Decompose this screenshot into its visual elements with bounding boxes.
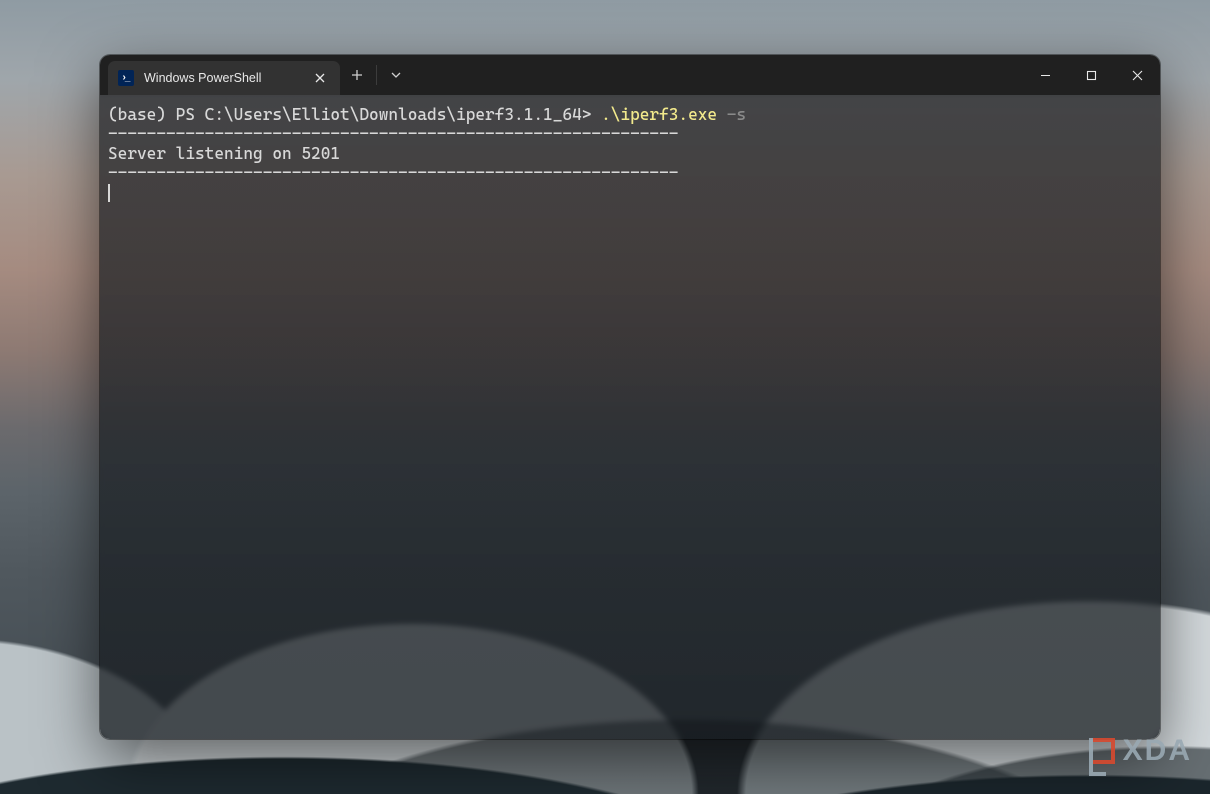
- maximize-button[interactable]: [1068, 55, 1114, 95]
- minimize-button[interactable]: [1022, 55, 1068, 95]
- titlebar[interactable]: Windows PowerShell: [100, 55, 1160, 95]
- terminal-separator-bottom: ----------------------------------------…: [108, 163, 678, 182]
- xda-logo-icon: [1089, 738, 1115, 764]
- minimize-icon: [1040, 70, 1051, 81]
- terminal-output: (base) PS C:\Users\Elliot\Downloads\iper…: [108, 105, 1152, 202]
- terminal-window: Windows PowerShell: [100, 55, 1160, 739]
- close-icon: [315, 73, 325, 83]
- tab-title: Windows PowerShell: [144, 71, 261, 85]
- tab-close-button[interactable]: [310, 68, 330, 88]
- new-tab-button[interactable]: [340, 55, 374, 95]
- terminal-body[interactable]: (base) PS C:\Users\Elliot\Downloads\iper…: [100, 95, 1160, 739]
- maximize-icon: [1086, 70, 1097, 81]
- plus-icon: [351, 69, 363, 81]
- xda-watermark: XDA: [1089, 734, 1192, 768]
- window-close-button[interactable]: [1114, 55, 1160, 95]
- tab-dropdown-button[interactable]: [379, 55, 413, 95]
- window-controls: [1022, 55, 1160, 95]
- chevron-down-icon: [391, 70, 401, 80]
- powershell-icon: [118, 70, 134, 86]
- terminal-prompt: (base) PS C:\Users\Elliot\Downloads\iper…: [108, 105, 601, 124]
- terminal-flag: -s: [717, 105, 746, 124]
- desktop-wallpaper: Windows PowerShell: [0, 0, 1210, 794]
- terminal-cursor: [108, 184, 110, 202]
- terminal-command: .\iperf3.exe: [601, 105, 717, 124]
- titlebar-divider: [376, 65, 377, 85]
- close-icon: [1132, 70, 1143, 81]
- tab-powershell[interactable]: Windows PowerShell: [108, 61, 340, 95]
- terminal-separator-top: ----------------------------------------…: [108, 124, 678, 143]
- terminal-listening-line: Server listening on 5201: [108, 144, 340, 163]
- xda-watermark-text: XDA: [1123, 734, 1192, 768]
